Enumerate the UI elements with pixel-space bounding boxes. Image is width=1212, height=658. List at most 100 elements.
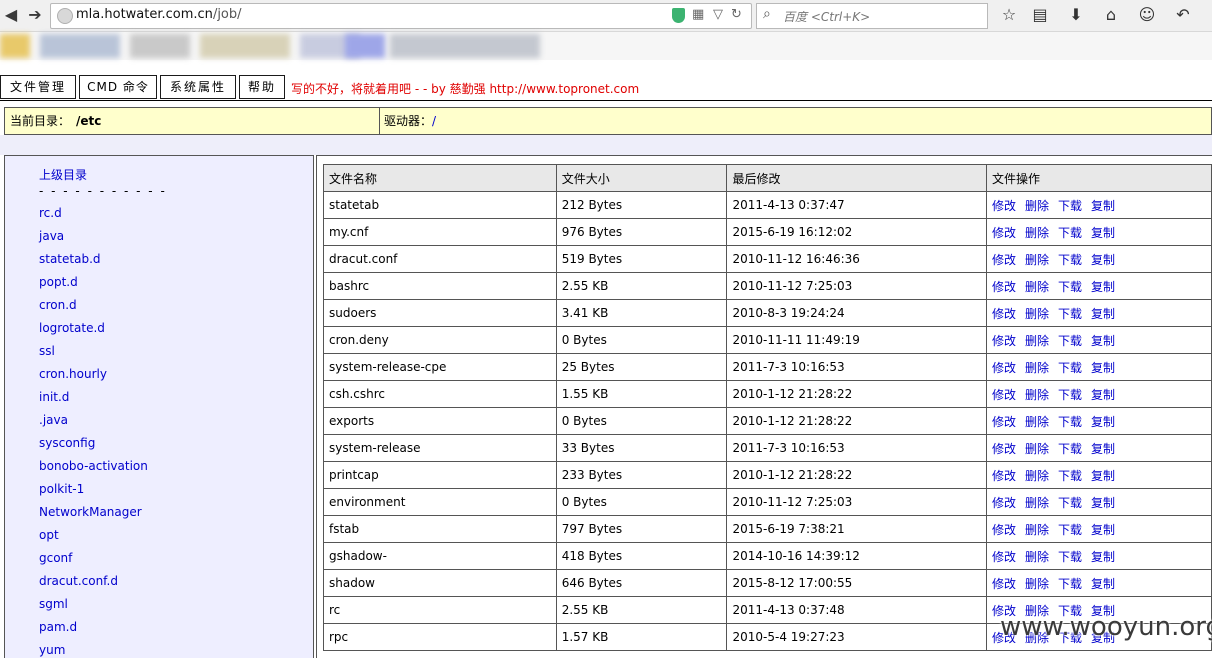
- copy-link[interactable]: 复制: [1091, 523, 1115, 537]
- delete-link[interactable]: 删除: [1025, 442, 1049, 456]
- help-button[interactable]: 帮助: [239, 75, 285, 99]
- download-link[interactable]: 下载: [1058, 253, 1082, 267]
- download-link[interactable]: 下载: [1058, 415, 1082, 429]
- directory-link[interactable]: polkit-1: [39, 482, 84, 496]
- delete-link[interactable]: 删除: [1025, 577, 1049, 591]
- directory-link[interactable]: cron.hourly: [39, 367, 107, 381]
- file-manager-button[interactable]: 文件管理: [0, 75, 76, 99]
- directory-link[interactable]: logrotate.d: [39, 321, 105, 335]
- copy-link[interactable]: 复制: [1091, 550, 1115, 564]
- delete-link[interactable]: 删除: [1025, 253, 1049, 267]
- edit-link[interactable]: 修改: [992, 280, 1016, 294]
- copy-link[interactable]: 复制: [1091, 226, 1115, 240]
- edit-link[interactable]: 修改: [992, 334, 1016, 348]
- qr-code-icon[interactable]: ▦: [692, 7, 704, 22]
- bookmark-star-icon[interactable]: ☆: [998, 4, 1020, 26]
- copy-link[interactable]: 复制: [1091, 199, 1115, 213]
- parent-directory-link[interactable]: 上级目录: [39, 166, 87, 183]
- edit-link[interactable]: 修改: [992, 388, 1016, 402]
- chat-icon[interactable]: ☺: [1136, 4, 1158, 26]
- copy-link[interactable]: 复制: [1091, 280, 1115, 294]
- copy-link[interactable]: 复制: [1091, 334, 1115, 348]
- system-properties-button[interactable]: 系统属性: [160, 75, 236, 99]
- reload-icon[interactable]: ↻: [731, 7, 742, 22]
- download-link[interactable]: 下载: [1058, 550, 1082, 564]
- site-info-icon[interactable]: [57, 8, 73, 24]
- directory-link[interactable]: sysconfig: [39, 436, 95, 450]
- download-link[interactable]: 下载: [1058, 577, 1082, 591]
- directory-link[interactable]: NetworkManager: [39, 505, 142, 519]
- directory-link[interactable]: pam.d: [39, 620, 77, 634]
- directory-link[interactable]: yum: [39, 643, 65, 657]
- directory-link[interactable]: init.d: [39, 390, 69, 404]
- download-link[interactable]: 下载: [1058, 442, 1082, 456]
- directory-link[interactable]: bonobo-activation: [39, 459, 148, 473]
- download-link[interactable]: 下载: [1058, 226, 1082, 240]
- reading-list-icon[interactable]: ▤: [1029, 4, 1051, 26]
- edit-link[interactable]: 修改: [992, 361, 1016, 375]
- download-icon[interactable]: ⬇: [1065, 4, 1087, 26]
- download-link[interactable]: 下载: [1058, 361, 1082, 375]
- delete-link[interactable]: 删除: [1025, 415, 1049, 429]
- directory-link[interactable]: sgml: [39, 597, 68, 611]
- copy-link[interactable]: 复制: [1091, 253, 1115, 267]
- security-shield-icon[interactable]: [672, 8, 685, 23]
- directory-link[interactable]: .java: [39, 413, 68, 427]
- download-link[interactable]: 下载: [1058, 334, 1082, 348]
- directory-link[interactable]: ssl: [39, 344, 55, 358]
- delete-link[interactable]: 删除: [1025, 334, 1049, 348]
- edit-link[interactable]: 修改: [992, 307, 1016, 321]
- directory-link[interactable]: statetab.d: [39, 252, 101, 266]
- download-link[interactable]: 下载: [1058, 469, 1082, 483]
- dropdown-arrow-icon[interactable]: ▽: [713, 7, 723, 22]
- directory-link[interactable]: cron.d: [39, 298, 77, 312]
- directory-link[interactable]: java: [39, 229, 64, 243]
- copy-link[interactable]: 复制: [1091, 442, 1115, 456]
- address-bar[interactable]: mla.hotwater.com.cn/job/ ▦ ▽ ↻: [50, 3, 752, 29]
- download-link[interactable]: 下载: [1058, 307, 1082, 321]
- edit-link[interactable]: 修改: [992, 442, 1016, 456]
- directory-link[interactable]: opt: [39, 528, 59, 542]
- copy-link[interactable]: 复制: [1091, 415, 1115, 429]
- download-link[interactable]: 下载: [1058, 199, 1082, 213]
- edit-link[interactable]: 修改: [992, 577, 1016, 591]
- delete-link[interactable]: 删除: [1025, 523, 1049, 537]
- drive-link[interactable]: /: [432, 114, 436, 128]
- edit-link[interactable]: 修改: [992, 469, 1016, 483]
- delete-link[interactable]: 删除: [1025, 388, 1049, 402]
- cmd-button[interactable]: CMD 命令: [79, 75, 157, 99]
- delete-link[interactable]: 删除: [1025, 361, 1049, 375]
- download-link[interactable]: 下载: [1058, 388, 1082, 402]
- directory-link[interactable]: dracut.conf.d: [39, 574, 118, 588]
- delete-link[interactable]: 删除: [1025, 496, 1049, 510]
- copy-link[interactable]: 复制: [1091, 388, 1115, 402]
- undo-icon[interactable]: ↶: [1172, 4, 1194, 26]
- edit-link[interactable]: 修改: [992, 199, 1016, 213]
- delete-link[interactable]: 删除: [1025, 226, 1049, 240]
- copy-link[interactable]: 复制: [1091, 469, 1115, 483]
- copy-link[interactable]: 复制: [1091, 496, 1115, 510]
- copy-link[interactable]: 复制: [1091, 577, 1115, 591]
- copy-link[interactable]: 复制: [1091, 361, 1115, 375]
- edit-link[interactable]: 修改: [992, 253, 1016, 267]
- delete-link[interactable]: 删除: [1025, 199, 1049, 213]
- delete-link[interactable]: 删除: [1025, 307, 1049, 321]
- search-bar[interactable]: ⌕ 百度 <Ctrl+K>: [756, 3, 988, 29]
- home-icon[interactable]: ⌂: [1100, 4, 1122, 26]
- delete-link[interactable]: 删除: [1025, 469, 1049, 483]
- copy-link[interactable]: 复制: [1091, 307, 1115, 321]
- directory-link[interactable]: rc.d: [39, 206, 62, 220]
- edit-link[interactable]: 修改: [992, 523, 1016, 537]
- download-link[interactable]: 下载: [1058, 496, 1082, 510]
- edit-link[interactable]: 修改: [992, 550, 1016, 564]
- download-link[interactable]: 下载: [1058, 523, 1082, 537]
- forward-icon[interactable]: ➔: [24, 4, 46, 26]
- delete-link[interactable]: 删除: [1025, 550, 1049, 564]
- directory-link[interactable]: gconf: [39, 551, 72, 565]
- edit-link[interactable]: 修改: [992, 415, 1016, 429]
- download-link[interactable]: 下载: [1058, 280, 1082, 294]
- edit-link[interactable]: 修改: [992, 496, 1016, 510]
- edit-link[interactable]: 修改: [992, 226, 1016, 240]
- delete-link[interactable]: 删除: [1025, 280, 1049, 294]
- directory-link[interactable]: popt.d: [39, 275, 78, 289]
